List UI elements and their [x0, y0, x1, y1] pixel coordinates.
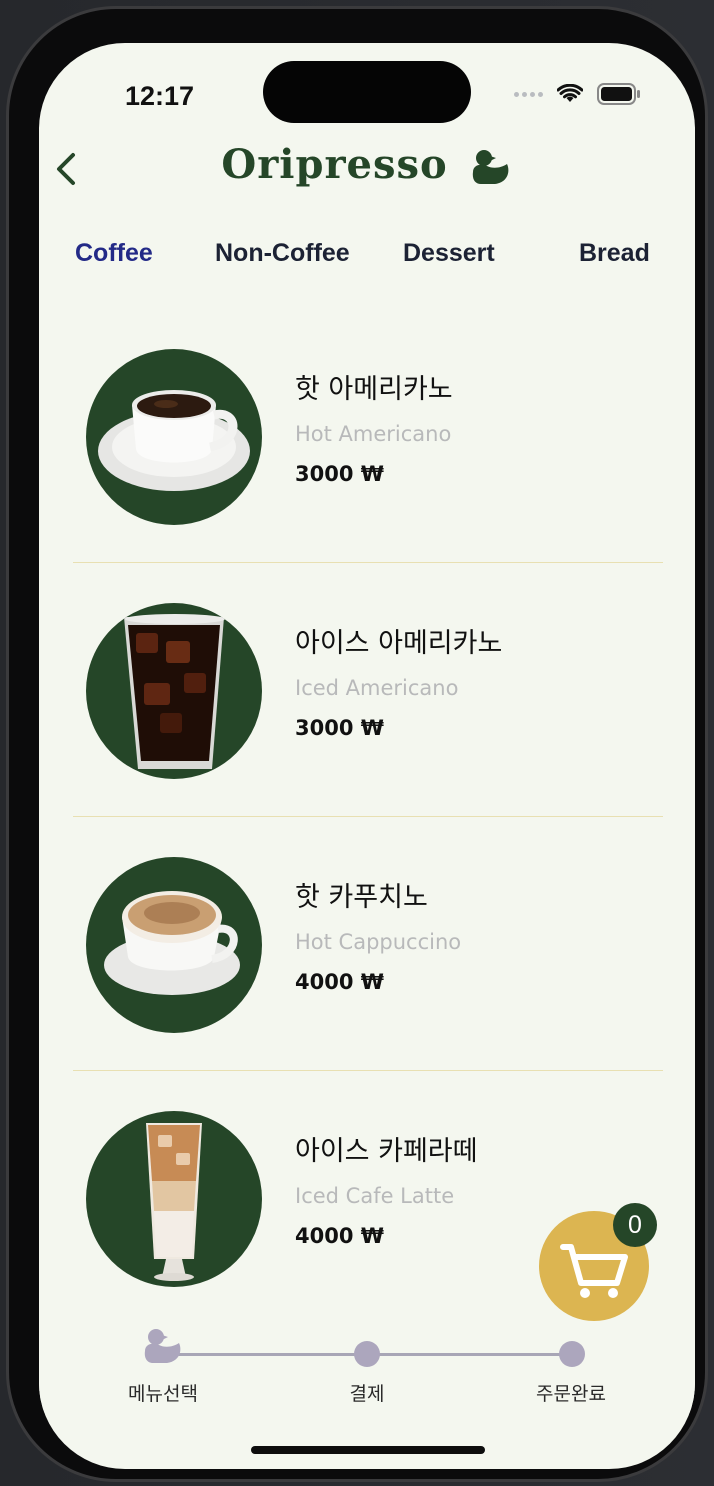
menu-item-price: 3000 ₩ [295, 716, 384, 740]
status-icons [514, 83, 641, 105]
menu-item-iced-americano[interactable]: 아이스 아메리카노 Iced Americano 3000 ₩ [73, 563, 663, 817]
iced-latte-image [86, 1111, 262, 1287]
tab-coffee[interactable]: Coffee [75, 239, 153, 268]
tab-non-coffee[interactable]: Non-Coffee [215, 239, 350, 268]
category-tabs: Coffee Non-Coffee Dessert Bread [39, 239, 695, 279]
brand-title: Oripresso [221, 141, 448, 188]
menu-item-korean-name: 아이스 아메리카노 [295, 628, 503, 659]
iced-coffee-image [86, 603, 262, 779]
tab-bread[interactable]: Bread [579, 239, 650, 268]
menu-item-price: 4000 ₩ [295, 970, 384, 994]
duck-step-icon [144, 1329, 181, 1363]
home-indicator [251, 1446, 485, 1454]
step-label-menu: 메뉴선택 [128, 1383, 198, 1405]
phone-frame: 12:17 Oripresso Coffee Non-Coffee Desser… [6, 6, 708, 1482]
order-progress: 메뉴선택 결제 주문완료 [39, 1323, 695, 1413]
menu-item-korean-name: 아이스 카페라떼 [295, 1136, 478, 1167]
step-label-payment: 결제 [349, 1383, 385, 1405]
menu-item-english-name: Iced Cafe Latte [295, 1184, 455, 1208]
menu-item-korean-name: 핫 아메리카노 [295, 374, 453, 405]
menu-item-price: 3000 ₩ [295, 462, 384, 486]
menu-item-info: 아이스 아메리카노 Iced Americano 3000 ₩ [295, 621, 502, 740]
wifi-icon [557, 84, 583, 102]
signal-icon [514, 91, 543, 97]
menu-list: 핫 아메리카노 Hot Americano 3000 ₩ 아이스 아메리카노 I… [73, 309, 663, 1325]
menu-item-korean-name: 핫 카푸치노 [295, 882, 428, 913]
menu-item-english-name: Iced Americano [295, 676, 459, 700]
hot-coffee-image [86, 349, 262, 525]
step-dot-complete [559, 1341, 585, 1367]
menu-item-english-name: Hot Cappuccino [295, 930, 462, 954]
brand-logo: Oripresso [39, 141, 695, 188]
status-time: 12:17 [125, 81, 195, 111]
menu-item-info: 아이스 카페라떼 Iced Cafe Latte 4000 ₩ [295, 1129, 477, 1248]
menu-item-info: 핫 카푸치노 Hot Cappuccino 4000 ₩ [295, 875, 461, 994]
menu-item-hot-americano[interactable]: 핫 아메리카노 Hot Americano 3000 ₩ [73, 309, 663, 563]
duck-logo-icon [472, 150, 509, 184]
step-dot-payment [354, 1341, 380, 1367]
dynamic-island [263, 61, 471, 123]
cart-count-badge: 0 [613, 1203, 657, 1247]
menu-item-english-name: Hot Americano [295, 422, 452, 446]
battery-icon [597, 83, 640, 105]
menu-item-hot-cappuccino[interactable]: 핫 카푸치노 Hot Cappuccino 4000 ₩ [73, 817, 663, 1071]
menu-item-info: 핫 아메리카노 Hot Americano 3000 ₩ [295, 367, 453, 486]
menu-item-price: 4000 ₩ [295, 1224, 384, 1248]
step-label-complete: 주문완료 [536, 1383, 606, 1405]
app-screen: 12:17 Oripresso Coffee Non-Coffee Desser… [39, 43, 695, 1469]
tab-dessert[interactable]: Dessert [403, 239, 495, 268]
cappuccino-image [86, 857, 262, 1033]
